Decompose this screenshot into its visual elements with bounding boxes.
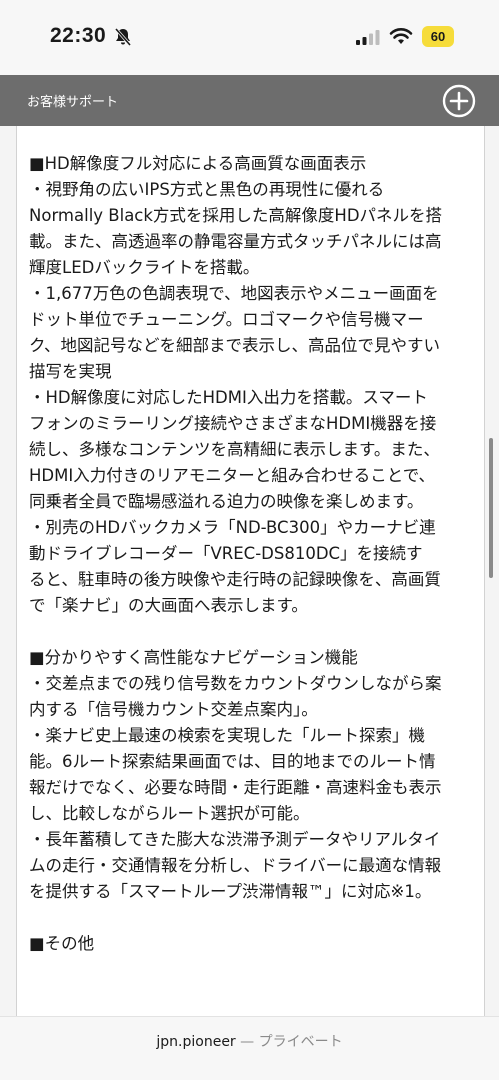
site-header: お客様サポート	[0, 75, 499, 126]
article-line: 動ドライブレコーダー「VREC-DS810DC」を接続す	[29, 544, 423, 563]
url-separator: —	[235, 1034, 259, 1050]
article-line: 内する「信号機カウント交差点案内」。	[29, 700, 318, 719]
article-line: ・長年蓄積してきた膨大な渋滞予測データやリアルタイ	[29, 830, 441, 849]
article-body: ■HD解像度フル対応による高画質な画面表示 ・視野角の広いIPS方式と黒色の再現性…	[16, 126, 485, 1016]
article-text: ■HD解像度フル対応による高画質な画面表示 ・視野角の広いIPS方式と黒色の再現性…	[17, 126, 484, 957]
article-line: ドット単位でチューニング。ロゴマークや信号機マー	[29, 310, 424, 329]
address-bar[interactable]: jpn.pioneer — プライベート	[0, 1016, 499, 1080]
article-line: 同乗者全員で臨場感溢れる迫力の映像を楽しめます。	[29, 492, 424, 511]
header-title: お客様サポート	[27, 95, 119, 110]
article-line: ・視野角の広いIPS方式と黒色の再現性に優れる	[29, 180, 385, 199]
article-line: ると、駐車時の後方映像や走行時の記録映像を、高画質	[29, 570, 441, 589]
status-bar: 22:30 60	[0, 0, 499, 75]
url-domain: jpn.pioneer	[156, 1034, 236, 1050]
scrollbar[interactable]	[489, 438, 493, 578]
article-line: フォンのミラーリング接続やさまざまなHDMI機器を接	[29, 414, 437, 433]
status-time: 22:30	[50, 24, 107, 47]
article-line: ・1,677万色の色調表現で、地図表示やメニュー画面を	[29, 284, 439, 303]
article-line: ・別売のHDバックカメラ「ND-BC300」やカーナビ連	[29, 518, 436, 537]
article-line: ク、地図記号などを細部まで表示し、高品位で見やすい	[29, 336, 441, 355]
battery-indicator: 60	[422, 26, 454, 47]
bell-slash-icon	[114, 28, 132, 46]
section-heading: ■HD解像度フル対応による高画質な画面表示	[29, 154, 367, 173]
article-line: ムの走行・交通情報を分析し、ドライバーに最適な情報	[29, 856, 442, 875]
browsing-mode-label: プライベート	[258, 1034, 343, 1050]
article-line: 輝度LEDバックライトを搭載。	[29, 258, 260, 277]
section-heading: ■分かりやすく高性能なナビゲーション機能	[29, 648, 358, 667]
article-line: 能。6ルート探索結果画面では、目的地までのルート情	[29, 752, 436, 771]
cellular-signal-icon	[356, 30, 380, 45]
article-line: で「楽ナビ」の大画面へ表示します。	[29, 596, 308, 615]
article-line: 報だけでなく、必要な時間・走行距離・高速料金も表示	[29, 778, 442, 797]
article-line: ・交差点までの残り信号数をカウントダウンしながら案	[29, 674, 442, 693]
article-line: し、比較しながらルート選択が可能。	[29, 804, 310, 823]
article-line: 描写を実現	[29, 362, 112, 381]
article-line: 続し、多様なコンテンツを高精細に表示します。また、	[29, 440, 440, 459]
plus-circle-icon[interactable]	[442, 84, 476, 118]
article-line: を提供する「スマートループ渋滞情報™」に対応※1。	[29, 882, 432, 901]
article-line: 載。また、高透過率の静電容量方式タッチパネルには高	[29, 232, 442, 251]
article-line: ・楽ナビ史上最速の検索を実現した「ルート探索」機	[29, 726, 425, 745]
wifi-icon	[389, 28, 413, 44]
section-heading: ■その他	[29, 934, 95, 953]
article-line: HDMI入力付きのリアモニターと組み合わせることで、	[29, 466, 436, 485]
article-line: Normally Black方式を採用した高解像度HDパネルを搭	[29, 206, 443, 225]
article-line: ・HD解像度に対応したHDMI入出力を搭載。スマート	[29, 388, 428, 407]
url-line: jpn.pioneer — プライベート	[0, 1017, 499, 1051]
